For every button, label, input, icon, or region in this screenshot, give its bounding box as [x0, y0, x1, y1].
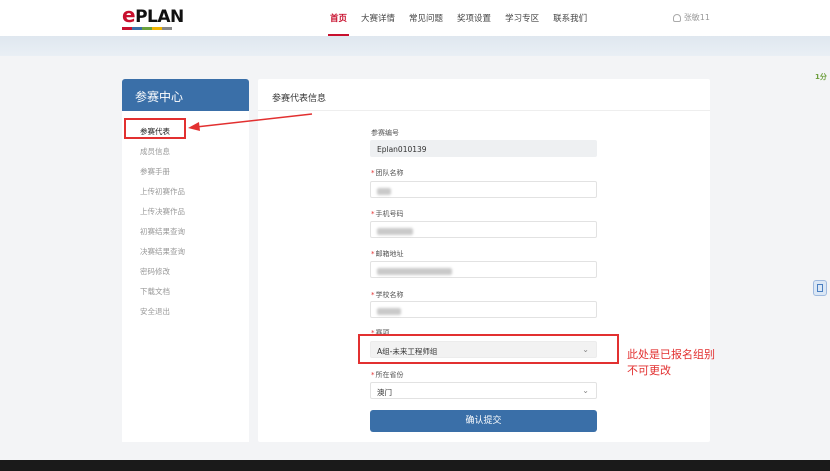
sidebar-item-members[interactable]: 成员信息 [140, 146, 170, 157]
label-team: *团队名称 [371, 169, 404, 177]
label-id: 参赛编号 [371, 129, 399, 137]
sidebar: 参赛代表 成员信息 参赛手册 上传初赛作品 上传决赛作品 初赛结果查询 决赛结果… [122, 111, 249, 442]
nav-learning[interactable]: 学习专区 [505, 12, 539, 24]
float-doc-icon[interactable] [813, 280, 827, 296]
user-icon [672, 13, 681, 22]
annotation-box-sidebar [124, 118, 186, 139]
label-phone: *手机号码 [371, 210, 404, 218]
nav-awards[interactable]: 奖项设置 [457, 12, 491, 24]
top-header: ePLAN 首页 大赛详情 常见问题 奖项设置 学习专区 联系我们 张敏11 [0, 0, 830, 36]
sidebar-item-handbook[interactable]: 参赛手册 [140, 166, 170, 177]
annotation-box-track [358, 334, 619, 364]
sidebar-item-upload-final[interactable]: 上传决赛作品 [140, 206, 185, 217]
nav-contact[interactable]: 联系我们 [553, 12, 587, 24]
panel-divider [258, 110, 710, 111]
nav-contest-details[interactable]: 大赛详情 [361, 12, 395, 24]
panel-title: 参赛代表信息 [272, 94, 327, 104]
label-email: *邮箱地址 [371, 250, 404, 258]
id-field: Eplan010139 [370, 140, 597, 157]
user-name: 张敏11 [683, 13, 710, 22]
nav-home[interactable]: 首页 [327, 12, 350, 36]
team-name-input[interactable] [370, 181, 597, 198]
submit-button[interactable]: 确认提交 [370, 410, 597, 432]
bottom-bar [0, 460, 830, 471]
phone-input[interactable] [370, 221, 597, 238]
email-input[interactable] [370, 261, 597, 278]
province-value: 澳门 [377, 388, 392, 397]
user-menu[interactable]: 张敏11 [672, 12, 710, 23]
sidebar-item-logout[interactable]: 安全退出 [140, 306, 170, 317]
chevron-down-icon: ⌄ [582, 386, 589, 395]
annotation-note: 此处是已报名组别 不可更改 [627, 348, 715, 377]
sidebar-item-final-results[interactable]: 决赛结果查询 [140, 246, 185, 257]
label-school: *学校名称 [371, 291, 404, 299]
eplan-logo[interactable]: ePLAN [122, 3, 184, 30]
logo-text: PLAN [135, 7, 184, 27]
logo-e: e [122, 3, 136, 27]
sidebar-title: 参赛中心 [122, 79, 249, 111]
nav-faq[interactable]: 常见问题 [409, 12, 443, 24]
sidebar-item-upload-preliminary[interactable]: 上传初赛作品 [140, 186, 185, 197]
sidebar-item-preliminary-results[interactable]: 初赛结果查询 [140, 226, 185, 237]
sidebar-item-change-password[interactable]: 密码修改 [140, 266, 170, 277]
logo-color-bar [122, 27, 172, 30]
sidebar-item-download-docs[interactable]: 下载文档 [140, 286, 170, 297]
province-select[interactable]: 澳门 ⌄ [370, 382, 597, 399]
school-input[interactable] [370, 301, 597, 318]
label-province: *所在省份 [371, 371, 404, 379]
main-nav: 首页 大赛详情 常见问题 奖项设置 学习专区 联系我们 [327, 12, 601, 36]
float-score-widget[interactable]: 1分 [815, 72, 827, 82]
header-banner [0, 36, 830, 56]
